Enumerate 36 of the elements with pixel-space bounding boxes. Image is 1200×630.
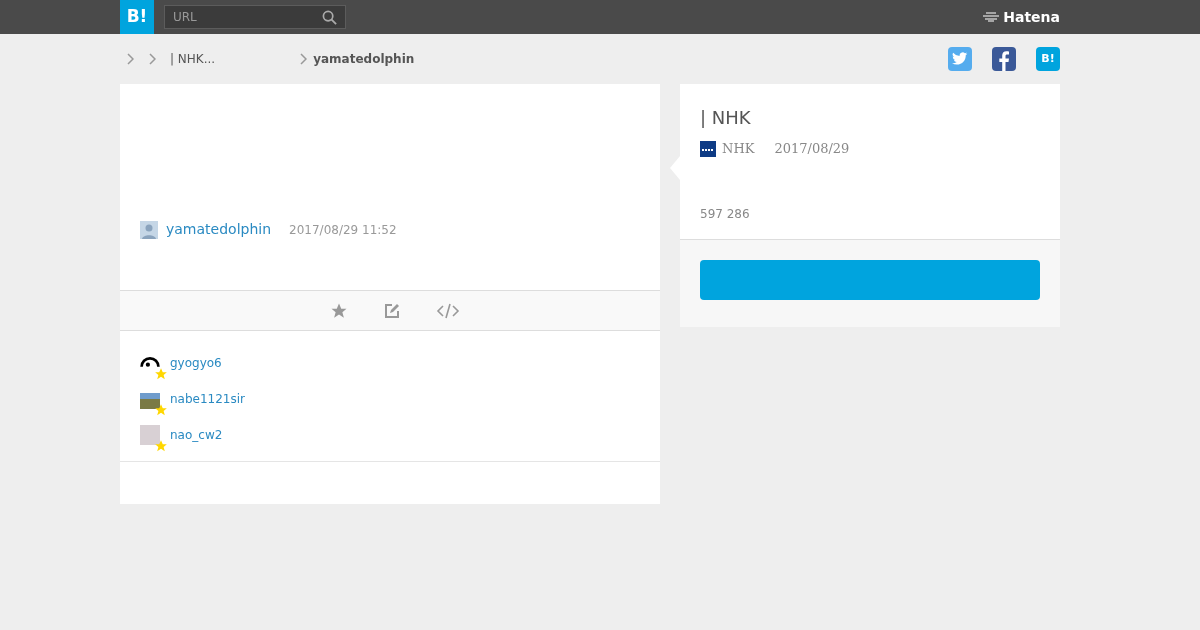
chevron-icon	[299, 53, 308, 65]
breadcrumb-link[interactable]: yamatedolphin	[313, 50, 415, 68]
logo[interactable]: B!	[120, 0, 154, 34]
breadcrumb-link[interactable]: | NHK...	[170, 50, 216, 68]
bird-icon	[952, 52, 968, 66]
search-field[interactable]: URL	[173, 8, 322, 26]
brand-logo[interactable]: Hatena	[1003, 6, 1060, 28]
avatar-drawing	[140, 356, 160, 368]
avatar-placeholder	[140, 425, 160, 445]
search-icon[interactable]	[322, 9, 337, 25]
search-bar[interactable]: URL	[164, 5, 346, 29]
edit-icon[interactable]	[384, 302, 400, 319]
source-name: NHK	[722, 140, 755, 158]
twitter-share-button[interactable]	[948, 47, 972, 71]
entry-title[interactable]: | NHK	[700, 104, 1040, 131]
user-avatar-icon	[140, 220, 158, 239]
photo-placeholder	[140, 393, 160, 409]
facebook-share-button[interactable]	[992, 47, 1016, 71]
entry-date: 2017/08/29	[774, 140, 850, 158]
star-user-link[interactable]: nao_cw2	[170, 426, 223, 444]
star-icon	[154, 439, 168, 453]
hatena-logo-icon	[983, 12, 1000, 22]
action-button[interactable]	[700, 259, 1040, 300]
star-icon	[154, 403, 168, 417]
letter-f-icon	[999, 51, 1009, 71]
user-link[interactable]: yamatedolphin	[166, 219, 272, 240]
site-favicon-icon	[700, 140, 716, 157]
chevron-icon	[148, 53, 156, 65]
star-icon	[154, 367, 168, 381]
bookmark-count: 597 286	[700, 205, 751, 223]
hatena-bookmark-share-button[interactable]: B!	[1036, 47, 1060, 71]
chevron-icon	[126, 53, 134, 65]
star-user-link[interactable]: gyogyo6	[170, 354, 222, 372]
bookmark-time: 2017/08/29 11:52	[289, 222, 397, 239]
star-user-link[interactable]: nabe1121sir	[170, 390, 246, 408]
code-icon[interactable]	[436, 302, 460, 319]
